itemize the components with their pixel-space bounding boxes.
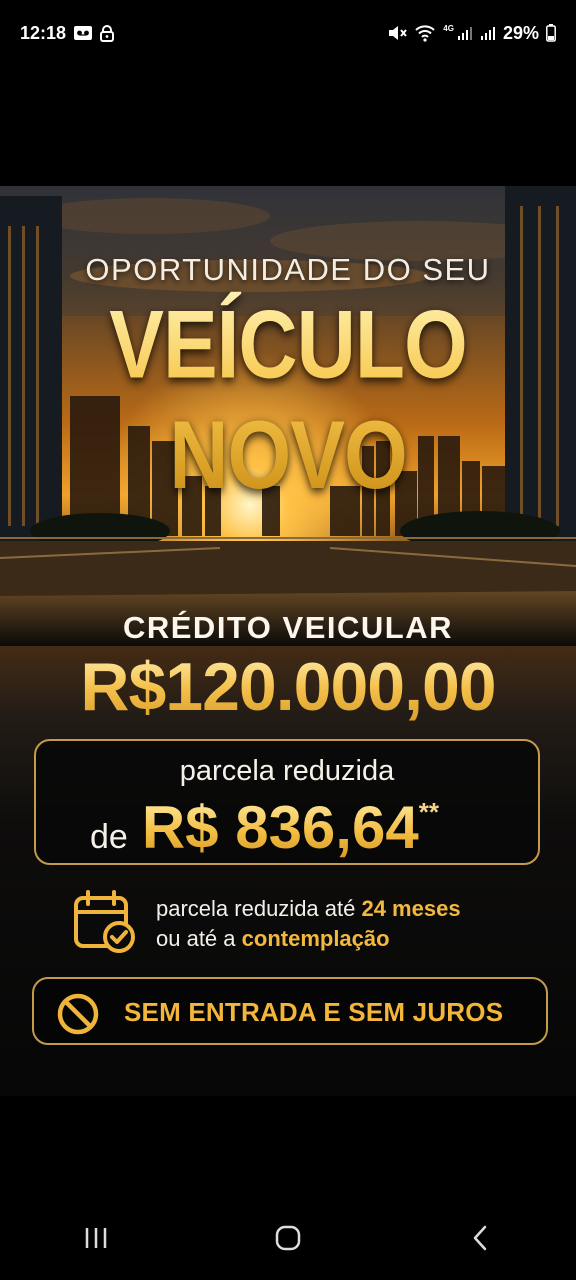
no-down-payment-label: SEM ENTRADA E SEM JUROS: [124, 997, 504, 1027]
term-line-2: ou até a contemplação: [156, 924, 461, 954]
lock-icon: [100, 24, 115, 42]
term-line-1-text: parcela reduzida até: [156, 896, 362, 921]
term-line-1: parcela reduzida até 24 meses: [156, 894, 461, 924]
term-line-2-text: ou até a: [156, 926, 242, 951]
mute-icon: [387, 24, 408, 42]
signal-icon: [480, 25, 496, 41]
ban-icon: [57, 993, 99, 1035]
installment-label: parcela reduzida: [179, 755, 395, 787]
navigation-bar: [0, 1196, 576, 1280]
signal-icon: [457, 25, 473, 41]
credit-value: R$120.000,00: [0, 648, 576, 726]
headline-main: VEÍCULO NOVO: [0, 290, 576, 512]
recent-apps-icon[interactable]: [56, 1208, 136, 1268]
status-left: 12:18: [20, 22, 115, 44]
installment-footnote-mark: **: [418, 797, 439, 827]
term-months: 24 meses: [361, 896, 461, 921]
battery-percent: 29%: [502, 22, 539, 43]
term-contemplation: contemplação: [241, 926, 390, 951]
term-text: parcela reduzida até 24 meses ou até a c…: [156, 894, 461, 954]
ad-banner[interactable]: OPORTUNIDADE DO SEU VEÍCULO NOVO CRÉDITO…: [0, 186, 576, 1096]
credit-label: CRÉDITO VEICULAR: [122, 610, 453, 645]
status-time: 12:18: [20, 22, 67, 43]
installment-box: parcela reduzida de R$ 836,64 **: [34, 739, 540, 865]
network-type-label: 4G: [443, 23, 454, 33]
status-right: 4G 29%: [387, 23, 556, 44]
battery-icon: [546, 24, 556, 42]
home-icon[interactable]: [248, 1208, 328, 1268]
no-down-payment-box: SEM ENTRADA E SEM JUROS: [32, 977, 548, 1045]
back-icon[interactable]: [440, 1208, 520, 1268]
headline-top: OPORTUNIDADE DO SEU: [85, 252, 491, 287]
installment-value: R$ 836,64: [141, 794, 419, 861]
voicemail-icon: [73, 25, 93, 41]
wifi-icon: [414, 24, 436, 42]
status-bar: 12:18 4G 29%: [0, 0, 576, 66]
installment-row: de R$ 836,64 **: [90, 793, 439, 862]
calendar-check-icon: [74, 890, 135, 953]
installment-prefix: de: [90, 818, 128, 856]
